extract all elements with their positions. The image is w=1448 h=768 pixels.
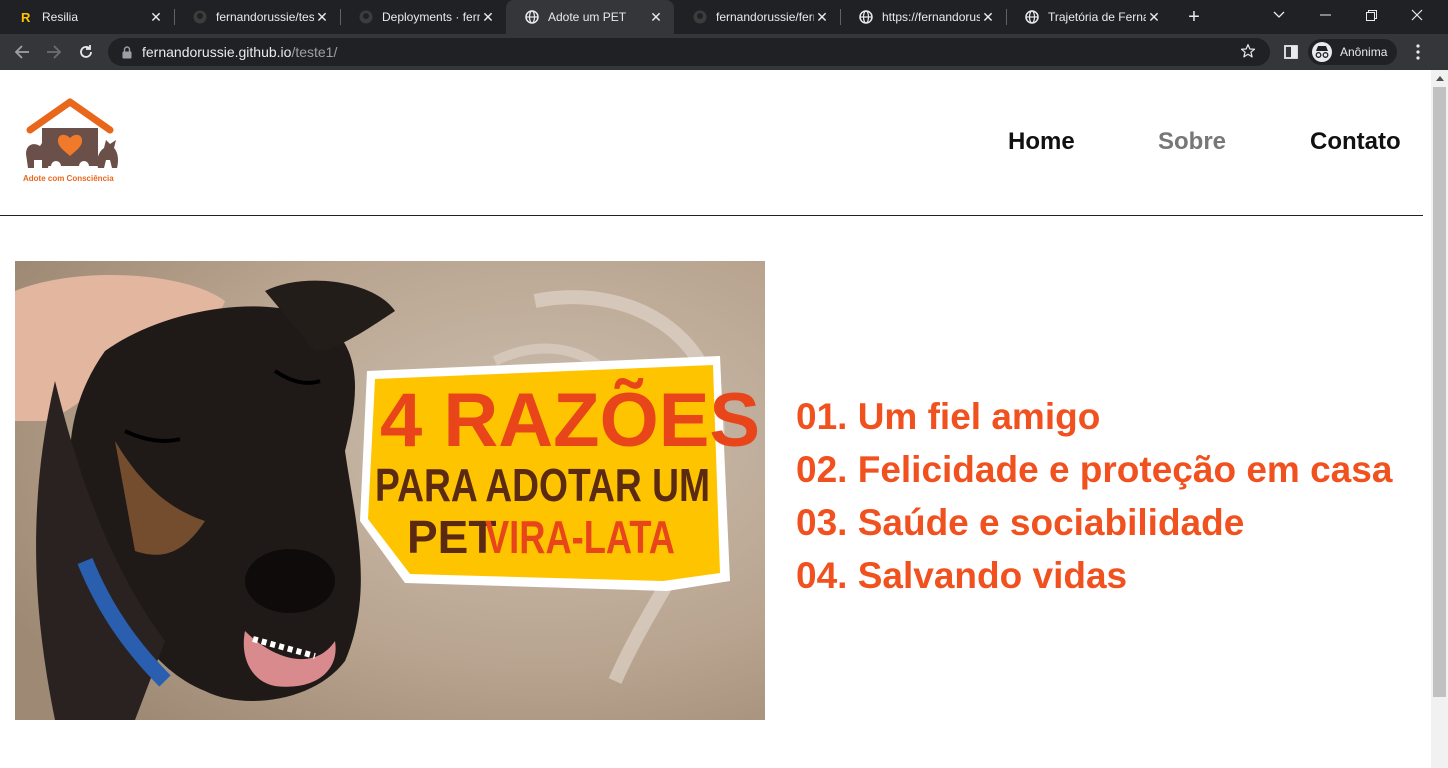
github-icon — [192, 9, 208, 25]
reason-item: 04. Salvando vidas — [796, 555, 1128, 596]
tab-adote-um-pet[interactable]: Adote um PET ✕ — [506, 0, 674, 34]
tab-https-fernandorussie[interactable]: https://fernandorussie ✕ — [840, 0, 1006, 34]
nav-contato[interactable]: Contato — [1310, 128, 1401, 156]
close-icon[interactable]: ✕ — [148, 9, 164, 25]
headline-line3-a: PET — [407, 511, 496, 563]
site-logo[interactable] — [20, 96, 120, 186]
close-icon[interactable]: ✕ — [1146, 9, 1162, 25]
minimize-icon[interactable] — [1302, 0, 1348, 30]
tab-title: Trajetória de Fernando — [1048, 10, 1146, 24]
tab-title: Deployments · fernandorussie — [382, 10, 480, 24]
tab-github-teste[interactable]: fernandorussie/teste ✕ — [174, 0, 340, 34]
site-header: Adote com Consciência Home Sobre Contato — [0, 70, 1423, 216]
profile-label: Anônima — [1340, 45, 1388, 59]
tab-title: Adote um PET — [548, 10, 627, 24]
close-icon[interactable]: ✕ — [648, 9, 664, 25]
tab-deployments[interactable]: Deployments · fernandorussie ✕ — [340, 0, 506, 34]
tab-resilia[interactable]: R Resilia ✕ — [0, 0, 174, 34]
close-window-icon[interactable] — [1394, 0, 1440, 30]
tab-github-fernandorussie[interactable]: fernandorussie/fernandorussie ✕ — [674, 0, 840, 34]
profile-button[interactable]: Anônima — [1308, 39, 1398, 65]
tab-search-chevron-down-icon[interactable] — [1256, 0, 1302, 30]
back-arrow-icon[interactable] — [10, 40, 34, 64]
dog-banner-illustration: 4 RAZÕES PARA ADOTAR UM PET VIRA-LATA — [15, 261, 765, 720]
reload-icon[interactable] — [74, 40, 98, 64]
nav-home[interactable]: Home — [1008, 128, 1075, 156]
reason-item: 02. Felicidade e proteção em casa — [796, 449, 1393, 490]
tab-title: fernandorussie/fernandorussie — [716, 10, 814, 24]
lock-icon — [120, 45, 134, 59]
logo-caption: Adote com Consciência — [23, 174, 114, 183]
globe-icon — [858, 9, 874, 25]
close-icon[interactable]: ✕ — [980, 9, 996, 25]
tab-trajetoria[interactable]: Trajetória de Fernando ✕ — [1006, 0, 1172, 34]
tab-strip: R Resilia ✕ fernandorussie/teste ✕ Deplo… — [0, 0, 1448, 34]
github-icon — [692, 9, 708, 25]
bookmark-star-icon[interactable] — [1240, 43, 1258, 61]
reasons-list: 01. Um fiel amigo 02. Felicidade e prote… — [796, 390, 1392, 602]
scrollbar-thumb[interactable] — [1433, 87, 1446, 697]
url-host: fernandorussie.github.io — [142, 44, 292, 60]
globe-icon — [524, 9, 540, 25]
headline-line2: PARA ADOTAR UM — [375, 459, 710, 511]
house-pets-logo-icon — [26, 98, 118, 171]
vertical-scrollbar[interactable] — [1431, 70, 1448, 768]
url-path: /teste1/ — [291, 44, 338, 60]
menu-kebab-icon[interactable] — [1406, 40, 1430, 64]
github-icon — [358, 9, 374, 25]
tab-title: https://fernandorussie — [882, 10, 980, 24]
page-viewport: Adote com Consciência Home Sobre Contato — [0, 70, 1448, 768]
headline-line1: 4 RAZÕES — [380, 378, 760, 463]
tab-title: fernandorussie/teste — [216, 10, 314, 24]
side-panel-icon[interactable] — [1279, 40, 1303, 64]
hero-banner-image: 4 RAZÕES PARA ADOTAR UM PET VIRA-LATA — [15, 261, 765, 720]
close-icon[interactable]: ✕ — [480, 9, 496, 25]
reason-item: 01. Um fiel amigo — [796, 396, 1101, 437]
close-icon[interactable]: ✕ — [314, 9, 330, 25]
forward-arrow-icon[interactable] — [42, 40, 66, 64]
tab-title: Resilia — [42, 10, 79, 24]
reason-item: 03. Saúde e sociabilidade — [796, 502, 1245, 543]
new-tab-button[interactable]: + — [1182, 5, 1206, 29]
close-icon[interactable]: ✕ — [814, 9, 830, 25]
svg-text:R: R — [21, 10, 31, 24]
resilia-icon: R — [18, 9, 34, 25]
scroll-up-arrow-icon[interactable] — [1431, 70, 1448, 87]
nav-sobre[interactable]: Sobre — [1158, 128, 1226, 156]
headline-line3-b: VIRA-LATA — [485, 511, 675, 563]
incognito-icon — [1312, 42, 1332, 62]
globe-icon — [1024, 9, 1040, 25]
restore-icon[interactable] — [1348, 0, 1394, 30]
browser-toolbar: fernandorussie.github.io/teste1/ Anônima — [0, 34, 1448, 70]
address-bar[interactable]: fernandorussie.github.io/teste1/ — [108, 38, 1270, 66]
